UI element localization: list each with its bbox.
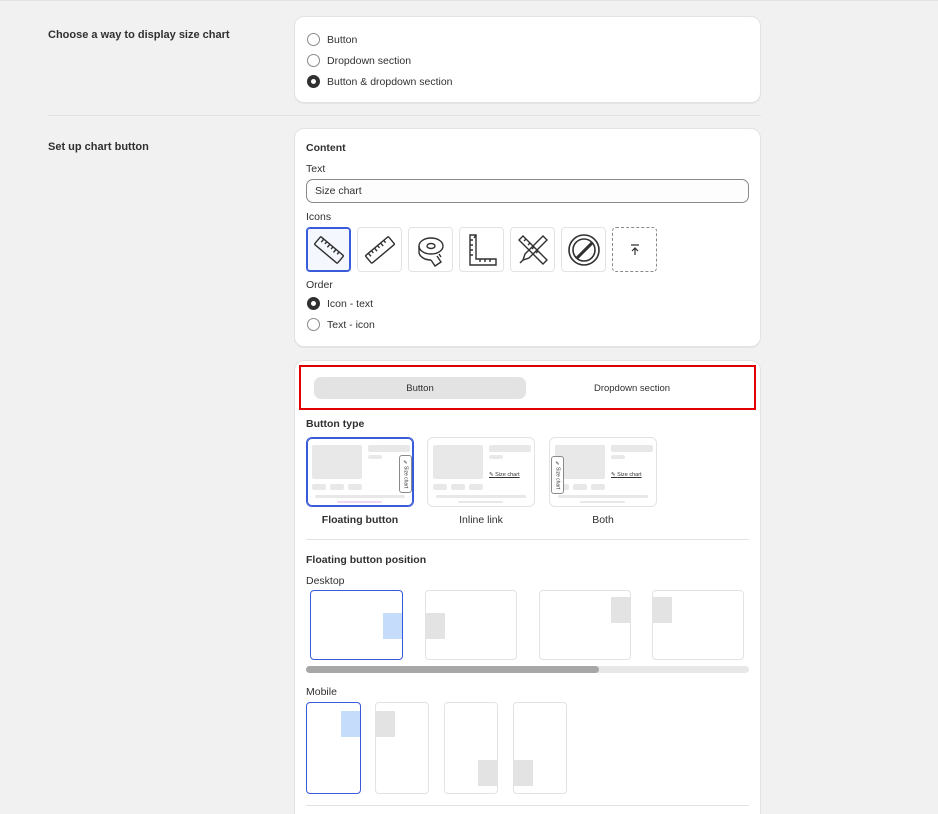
desktop-position-middle-left[interactable]: [425, 590, 517, 660]
radio-label: Button & dropdown section: [327, 75, 453, 88]
desktop-position-top-left[interactable]: [652, 590, 744, 660]
radio-circle-checked[interactable]: [307, 75, 320, 88]
preview-text-block: [489, 445, 531, 452]
display-options-card: Button Dropdown section Button & dropdow…: [294, 16, 761, 103]
preview-thumb-block: [451, 484, 465, 490]
inner-divider: [306, 539, 749, 540]
preview-image-block: [433, 445, 483, 479]
radio-option-button[interactable]: Button: [307, 29, 453, 50]
preview-floating-tab: ✎ Size chart: [399, 455, 412, 493]
preview-line-block: [580, 501, 625, 503]
ruler-pencil-icon: [517, 234, 548, 265]
radio-label: Dropdown section: [327, 54, 412, 67]
preview-thumb-block: [348, 484, 362, 490]
radio-option-dropdown[interactable]: Dropdown section: [307, 50, 453, 71]
position-indicator: [478, 760, 497, 786]
button-type-title: Button type: [306, 418, 365, 430]
set-square-icon: [468, 233, 497, 266]
preview-thumb-block: [591, 484, 605, 490]
preview-image-block: [312, 445, 362, 479]
ruler-icon: [364, 235, 395, 264]
mobile-position-bottom-right[interactable]: [444, 702, 498, 794]
upload-icon: [630, 243, 639, 255]
radio-label: Text - icon: [327, 318, 375, 331]
display-section-label: Choose a way to display size chart: [48, 29, 230, 41]
icon-option-ruler[interactable]: [357, 227, 402, 272]
preview-line-block: [558, 495, 648, 498]
radio-circle[interactable]: [307, 33, 320, 46]
horizontal-scrollbar[interactable]: [306, 666, 749, 673]
position-indicator: [376, 711, 395, 737]
radio-order-icon-text[interactable]: Icon - text: [307, 293, 375, 314]
chart-button-section-label: Set up chart button: [48, 141, 149, 153]
icon-option-ruler-diagonal[interactable]: [306, 227, 351, 272]
preview-thumb-block: [433, 484, 447, 490]
position-indicator: [383, 613, 402, 639]
preview-line-block: [436, 495, 526, 498]
floating-position-title: Floating button position: [306, 554, 427, 566]
position-indicator: [426, 613, 445, 639]
position-indicator: [341, 711, 360, 737]
preview-text-block: [368, 455, 382, 459]
preview-thumb-block: [573, 484, 587, 490]
button-text-value: Size chart: [315, 185, 362, 197]
scrollbar-thumb[interactable]: [306, 666, 599, 673]
icon-option-upload[interactable]: [612, 227, 657, 272]
section-divider: [48, 115, 761, 116]
content-card: Content Text Size chart Icons Order Icon…: [294, 128, 761, 347]
button-type-inline[interactable]: ✎ Size chart: [427, 437, 535, 507]
preview-text-block: [611, 445, 653, 452]
icon-option-ruler-pencil[interactable]: [510, 227, 555, 272]
position-indicator: [653, 597, 672, 623]
desktop-position-top-right[interactable]: [539, 590, 631, 660]
position-indicator: [514, 760, 533, 786]
button-type-both[interactable]: ✎ Size chart ✎ Size chart: [549, 437, 657, 507]
button-type-label: Floating button: [321, 514, 399, 526]
desktop-position-middle-right[interactable]: [310, 590, 403, 660]
preview-thumb-block: [330, 484, 344, 490]
icons-label: Icons: [306, 211, 332, 223]
desktop-label: Desktop: [306, 575, 345, 587]
mobile-label: Mobile: [306, 686, 337, 698]
mobile-position-top-left[interactable]: [375, 702, 429, 794]
button-type-floating[interactable]: ✎ Size chart: [306, 437, 414, 507]
preview-line-block: [315, 495, 405, 498]
radio-circle[interactable]: [307, 318, 320, 331]
preview-text-block: [489, 455, 503, 459]
preview-thumb-block: [469, 484, 483, 490]
inner-divider: [306, 805, 749, 806]
mobile-position-bottom-left[interactable]: [513, 702, 567, 794]
measuring-tape-icon: [417, 236, 444, 267]
button-text-input[interactable]: Size chart: [306, 179, 749, 203]
preview-text-block: [368, 445, 410, 452]
prohibited-icon: [567, 233, 600, 266]
preview-inline-link: ✎ Size chart: [611, 472, 642, 478]
button-settings-card: Button Dropdown section Button type ✎ Si…: [294, 360, 761, 814]
icon-option-tape[interactable]: [408, 227, 453, 272]
position-indicator: [611, 597, 630, 623]
preview-line-block: [458, 501, 503, 503]
ruler-diagonal-icon: [313, 235, 344, 264]
preview-floating-tab: ✎ Size chart: [551, 456, 564, 494]
button-type-label: Inline link: [459, 514, 503, 526]
mobile-position-top-right[interactable]: [306, 702, 361, 794]
preview-inline-link: ✎ Size chart: [489, 472, 520, 478]
text-field-label: Text: [306, 163, 326, 175]
icon-option-none[interactable]: [561, 227, 606, 272]
radio-circle-checked[interactable]: [307, 297, 320, 310]
icon-option-set-square[interactable]: [459, 227, 504, 272]
content-title: Content: [306, 142, 346, 154]
radio-label: Icon - text: [327, 297, 374, 310]
radio-option-button-dropdown[interactable]: Button & dropdown section: [307, 71, 453, 92]
order-label: Order: [306, 279, 333, 291]
highlight-box: [299, 365, 756, 410]
preview-text-block: [611, 455, 625, 459]
preview-line-block: [337, 501, 382, 503]
radio-label: Button: [327, 33, 358, 46]
radio-circle[interactable]: [307, 54, 320, 67]
radio-order-text-icon[interactable]: Text - icon: [307, 314, 375, 335]
top-divider: [0, 0, 938, 1]
preview-thumb-block: [312, 484, 326, 490]
button-type-label: Both: [592, 514, 614, 526]
